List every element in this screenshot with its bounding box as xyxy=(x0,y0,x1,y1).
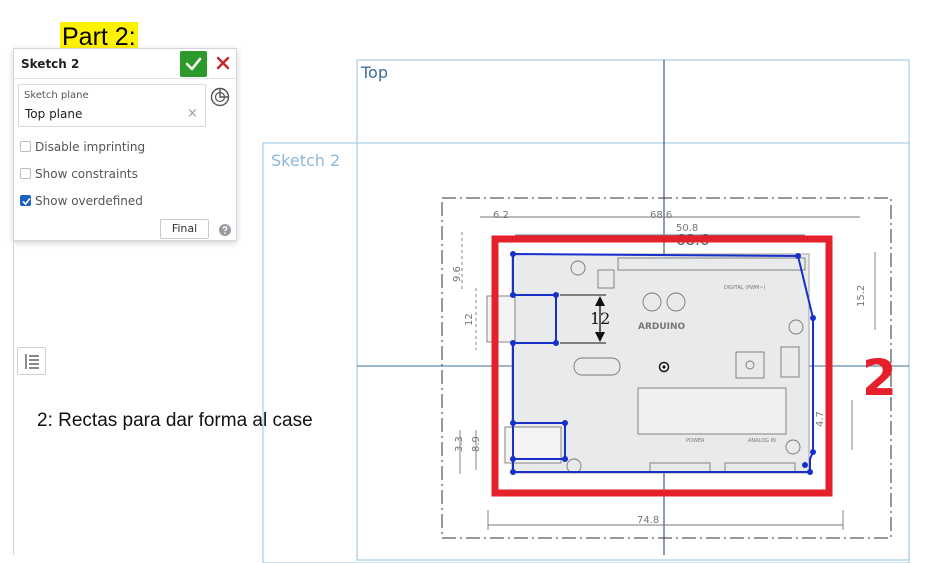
sketch-plane-label: Sketch 2 xyxy=(271,151,340,170)
dim-right-2: 4.7 xyxy=(815,411,826,427)
dim-left-3: 3.3 xyxy=(454,436,465,452)
annotation-number: 2 xyxy=(862,349,897,407)
sketch-viewport[interactable]: Top Sketch 2 6.2 68.6 50.8 68.6 9.6 12 3… xyxy=(0,0,925,563)
origin-point[interactable] xyxy=(658,361,670,373)
dim-top-1: 6.2 xyxy=(493,210,509,221)
board-power: POWER xyxy=(686,438,705,444)
dim-left-1: 9.6 xyxy=(452,266,463,282)
board-brand: ARDUINO xyxy=(638,322,686,332)
dim-top-2: 68.6 xyxy=(650,210,672,221)
dimension-12-value: 12 xyxy=(590,309,610,328)
dim-bottom: 74.8 xyxy=(637,515,659,526)
dim-left-2: 12 xyxy=(464,313,475,326)
dim-right-1: 15.2 xyxy=(856,285,867,307)
board-digital: DIGITAL (PWM~) xyxy=(724,285,766,291)
top-plane-label: Top xyxy=(360,63,388,82)
dim-left-4: 8.9 xyxy=(471,436,482,452)
board-analog: ANALOG IN xyxy=(748,438,776,444)
